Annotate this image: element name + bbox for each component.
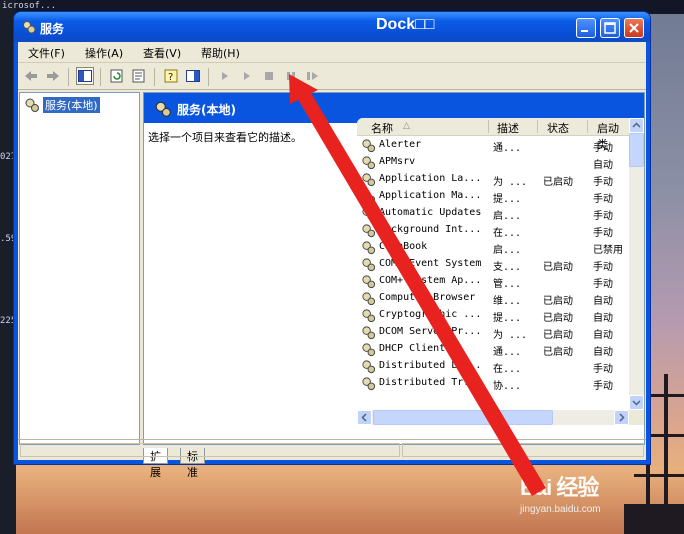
red-annotation-arrow (289, 74, 546, 496)
arrow-shaft (296, 88, 546, 496)
